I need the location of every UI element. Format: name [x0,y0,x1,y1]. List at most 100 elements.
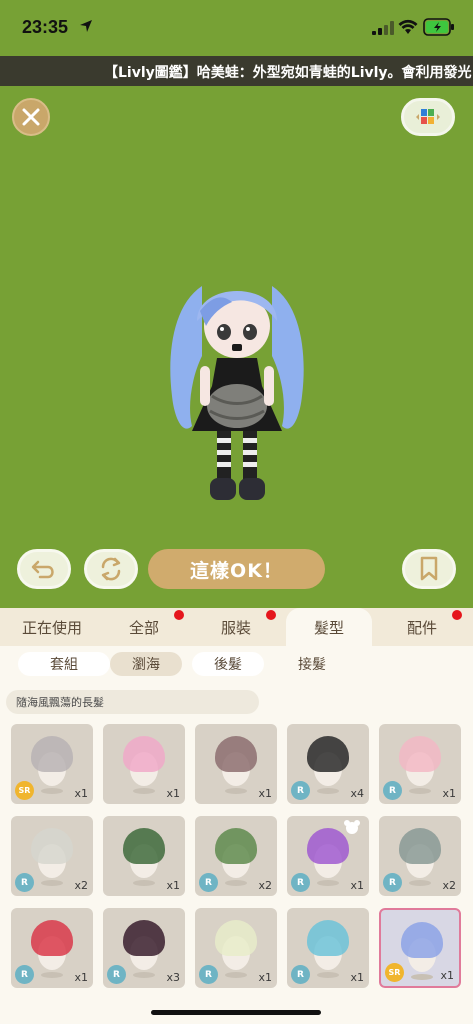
avatar-character [170,286,304,500]
hair-item-card[interactable]: Rx2 [11,816,93,896]
rarity-badge: R [15,965,34,984]
hair-item-card[interactable]: x1 [195,724,277,804]
rarity-badge: R [383,873,402,892]
color-palette-button[interactable] [401,98,455,136]
avatar-stage: 這樣OK！ [0,86,473,608]
subtab-extensions[interactable]: 接髮 [276,652,348,676]
item-count: x1 [442,787,456,800]
hair-preview [31,920,73,956]
rarity-badge: R [383,781,402,800]
rarity-badge: R [199,873,218,892]
mannequin-stand [133,972,155,978]
tab-hairstyle[interactable]: 髮型 [286,608,372,646]
subtab-bangs[interactable]: 瀏海 [110,652,182,676]
rarity-badge: SR [15,781,34,800]
hair-item-card[interactable]: Rx1 [379,724,461,804]
bookmark-icon [420,556,438,581]
rarity-badge: R [291,873,310,892]
mannequin-stand [409,880,431,886]
rarity-badge: R [107,965,126,984]
tab-clothing[interactable]: 服裝 [196,608,276,646]
close-icon [22,108,40,126]
item-count: x1 [74,787,88,800]
mannequin-stand [41,880,63,886]
hair-preview [123,828,165,864]
rarity-badge: R [291,965,310,984]
tab-label: 配件 [406,618,437,637]
notification-dot [266,610,276,620]
hair-subtabs: 套組 瀏海 後髮 接髮 [0,646,473,682]
battery-charging-icon [423,18,454,36]
item-count: x1 [166,879,180,892]
tab-label: 全部 [128,618,159,637]
item-count: x4 [350,787,364,800]
mannequin-stand [133,788,155,794]
hair-preview [215,828,257,864]
cellular-signal-icon [372,21,394,35]
hair-item-card[interactable]: Rx1 [287,908,369,988]
item-count: x1 [166,787,180,800]
wifi-icon [398,19,418,34]
bookmark-button[interactable] [402,549,456,589]
tab-in-use[interactable]: 正在使用 [0,608,104,646]
mannequin-stand [225,788,247,794]
hair-item-card[interactable]: SR x1 [379,908,461,988]
hair-preview [215,920,257,956]
notification-dot [452,610,462,620]
mannequin-stand [225,880,247,886]
mannequin-stand [317,972,339,978]
mannequin-stand [41,788,63,794]
tab-label: 服裝 [220,618,251,637]
hair-item-card[interactable]: Rx4 [287,724,369,804]
undo-button[interactable] [17,549,71,589]
item-count: x1 [258,971,272,984]
hair-item-card[interactable]: Rx1 [195,908,277,988]
rotate-button[interactable] [84,549,138,589]
subtab-back-hair[interactable]: 後髮 [192,652,264,676]
mannequin-stand [317,880,339,886]
item-grid: 隨海風飄蕩的長髮 SR x1 x1 x1 Rx4 Rx1 Rx2 x1 Rx2 Rx1 Rx2 Rx1… [0,682,473,1024]
item-count: x1 [258,787,272,800]
tab-all[interactable]: 全部 [104,608,184,646]
mannequin-stand [317,788,339,794]
item-count: x1 [440,969,454,982]
rarity-badge: R [199,965,218,984]
mannequin-stand [133,880,155,886]
rarity-badge: SR [385,963,404,982]
mannequin-stand [411,974,433,980]
item-count: x1 [350,879,364,892]
hair-preview [215,736,257,772]
hair-preview [31,736,73,772]
category-tabs: 正在使用 全部 服裝 髮型 配件 [0,608,473,646]
close-button[interactable] [12,98,50,136]
subtab-set[interactable]: 套組 [18,652,110,676]
rarity-badge: R [291,781,310,800]
item-count: x1 [74,971,88,984]
hair-item-card[interactable]: Rx1 [287,816,369,896]
confirm-ok-button[interactable]: 這樣OK！ [148,549,325,589]
hair-preview [399,736,441,772]
news-ticker: 【Livly圖鑑】哈美蛙：外型宛如青蛙的Livly。會利用發光 [0,56,473,86]
hair-item-card[interactable]: x1 [103,724,185,804]
hair-item-card[interactable]: x1 [103,816,185,896]
hair-preview [401,922,443,958]
status-bar: 23:35 [0,0,473,56]
home-indicator[interactable] [151,1010,321,1015]
tab-accessories[interactable]: 配件 [382,608,462,646]
hair-item-card[interactable]: Rx3 [103,908,185,988]
tab-label: 髮型 [313,618,344,637]
hair-item-card[interactable]: Rx2 [379,816,461,896]
item-count: x2 [258,879,272,892]
hair-item-card[interactable]: SR x1 [11,724,93,804]
mannequin-stand [225,972,247,978]
palette-grid-icon [416,109,440,124]
item-description: 隨海風飄蕩的長髮 [6,690,259,714]
hair-preview [123,736,165,772]
hair-item-card[interactable]: Rx2 [195,816,277,896]
hair-item-card[interactable]: Rx1 [11,908,93,988]
item-count: x3 [166,971,180,984]
mannequin-stand [409,788,431,794]
ticker-text: 【Livly圖鑑】哈美蛙：外型宛如青蛙的Livly。會利用發光 [104,65,472,81]
tab-label: 正在使用 [21,618,82,637]
hair-preview [307,736,349,772]
